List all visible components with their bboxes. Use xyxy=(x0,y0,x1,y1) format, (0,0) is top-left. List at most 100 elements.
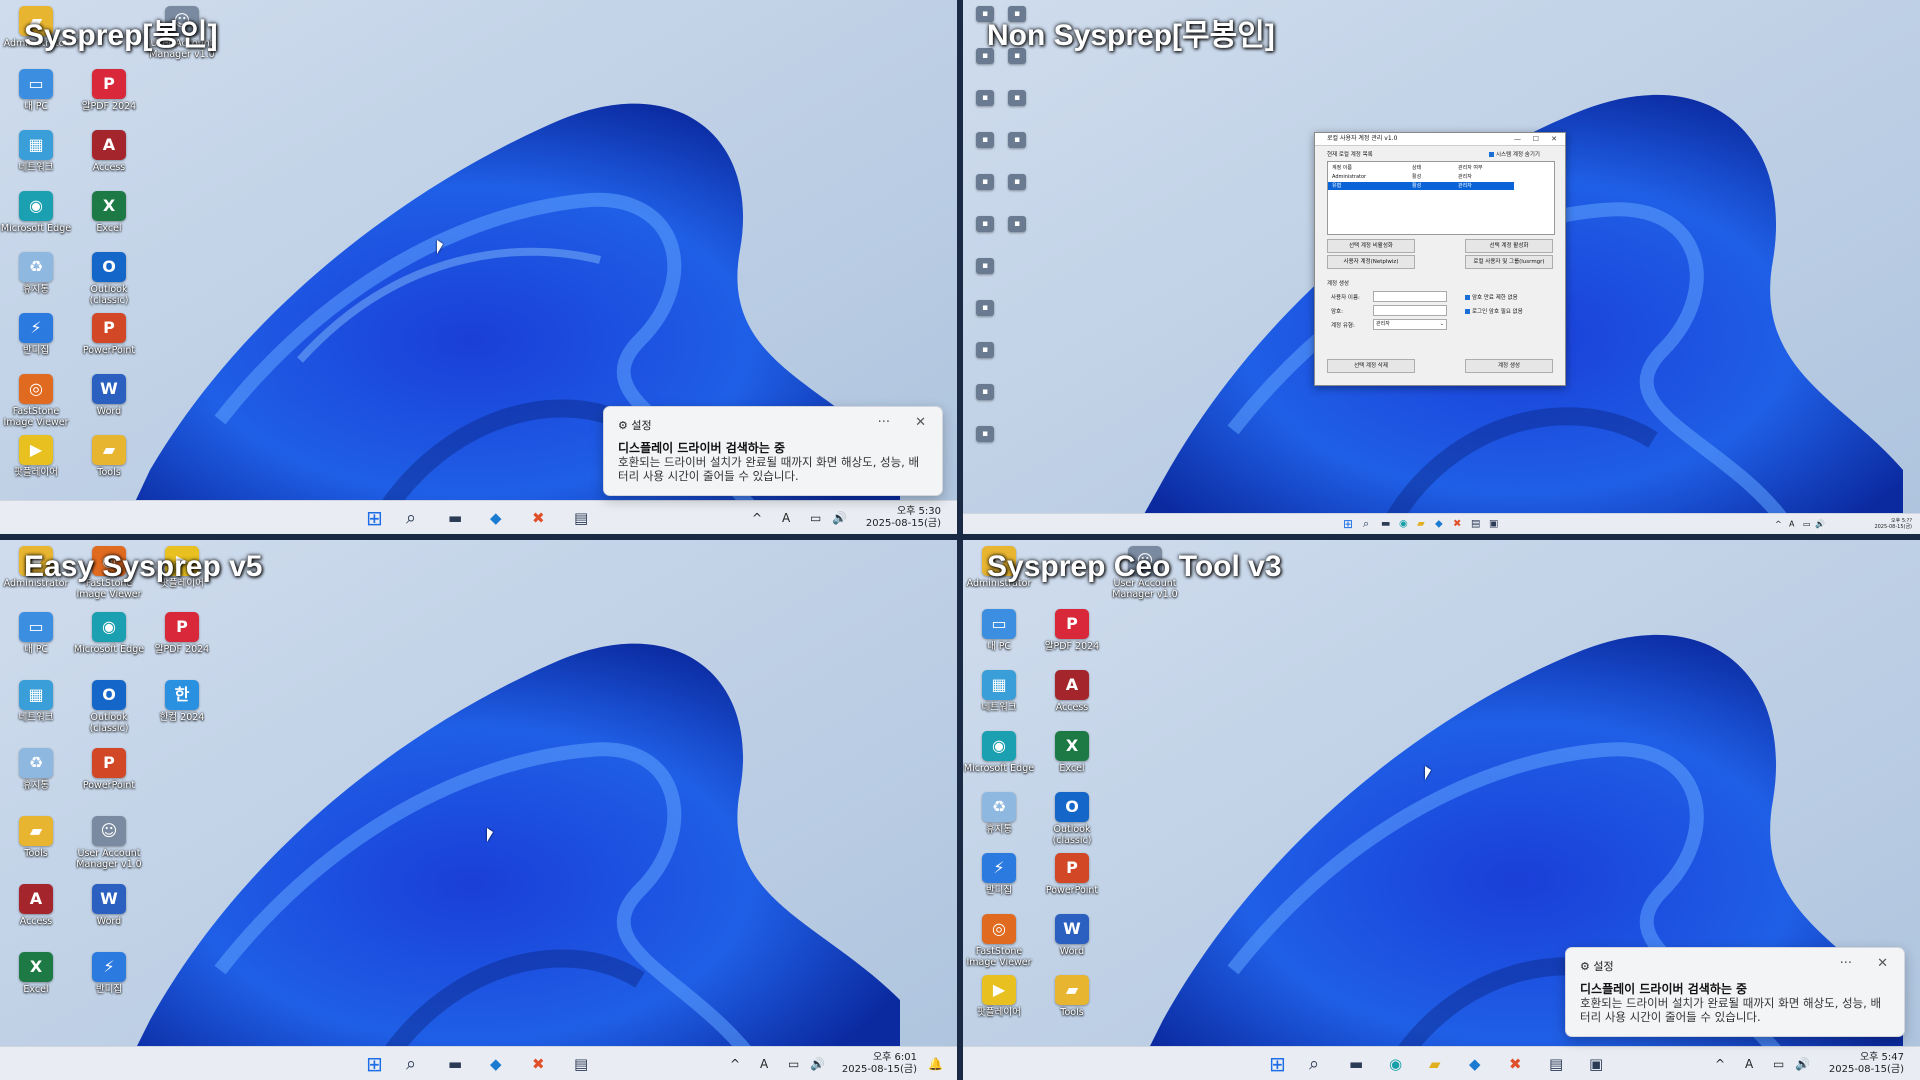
desktop-icon[interactable]: P PowerPoint xyxy=(73,748,145,791)
notification-bell-icon[interactable]: 🔔 xyxy=(928,1057,943,1071)
user-manager-app-icon[interactable]: ▣ xyxy=(1589,1055,1603,1073)
desktop-icon[interactable]: P 알PDF 2024 xyxy=(1036,609,1108,652)
desktop-icon[interactable]: ◎ FastStone Image Viewer xyxy=(963,914,1035,968)
desktop-icon[interactable]: ◉ Microsoft Edge xyxy=(963,731,1035,774)
volume-icon[interactable]: 🔊 xyxy=(1815,520,1825,529)
search-icon[interactable]: ⌕ xyxy=(1363,517,1369,531)
desktop-icon[interactable]: ▪ xyxy=(963,342,1007,360)
shield-app-icon[interactable]: ✖ xyxy=(1453,519,1461,530)
close-button[interactable]: ✕ xyxy=(915,415,926,430)
volume-icon[interactable]: 🔊 xyxy=(810,1057,825,1071)
desktop-icon[interactable]: ▪ xyxy=(995,132,1039,150)
desktop-icon[interactable]: ⚡ 반디집 xyxy=(0,313,72,356)
app-icon[interactable]: ◆ xyxy=(490,1055,502,1073)
volume-icon[interactable]: 🔊 xyxy=(832,511,847,525)
desktop-icon[interactable]: ▪ xyxy=(963,426,1007,444)
password-field[interactable] xyxy=(1373,305,1447,316)
desktop-icon[interactable]: O Outlook (classic) xyxy=(1036,792,1108,846)
task-view-icon[interactable]: ▬ xyxy=(448,1055,462,1073)
app-icon[interactable]: ◆ xyxy=(1469,1055,1481,1073)
desktop-icon[interactable]: ▦ 네트워크 xyxy=(963,670,1035,713)
password-expire-checkbox[interactable]: 암호 만료 제한 없음 xyxy=(1465,293,1518,301)
clock[interactable]: 오후 6:01 2025-08-15(금) xyxy=(842,1052,917,1076)
task-view-icon[interactable]: ▬ xyxy=(448,509,462,527)
desktop-icon[interactable]: ▪ xyxy=(963,300,1007,318)
desktop-icon[interactable]: ▦ 네트워크 xyxy=(0,680,72,723)
desktop-icon[interactable]: ▶ 팟플레이어 xyxy=(0,435,72,478)
desktop-icon[interactable]: O Outlook (classic) xyxy=(73,252,145,306)
desktop-icon[interactable]: ▰ Tools xyxy=(73,435,145,478)
edge-icon[interactable]: ◉ xyxy=(1389,1055,1402,1073)
desktop-icon[interactable]: W Word xyxy=(73,884,145,927)
desktop-icon[interactable]: P 알PDF 2024 xyxy=(73,69,145,112)
desktop-icon[interactable]: P 알PDF 2024 xyxy=(146,612,218,655)
start-icon[interactable]: ⊞ xyxy=(1269,1052,1286,1076)
desktop-icon[interactable]: O Outlook (classic) xyxy=(73,680,145,734)
no-password-checkbox[interactable]: 로그인 암호 필요 없음 xyxy=(1465,307,1523,315)
task-view-icon[interactable]: ▬ xyxy=(1381,519,1390,530)
desktop-icon[interactable]: ▪ xyxy=(963,384,1007,402)
account-list[interactable]: 계정 이름 상태 관리자 여부 Administrator 활성 관리자 유협 … xyxy=(1327,161,1555,235)
desktop-icon[interactable]: P PowerPoint xyxy=(73,313,145,356)
app-icon[interactable]: ◆ xyxy=(490,509,502,527)
clock[interactable]: 오후 5:30 2025-08-15(금) xyxy=(866,506,941,530)
more-options-button[interactable]: ··· xyxy=(1840,956,1852,971)
edge-icon[interactable]: ◉ xyxy=(1399,519,1408,530)
disable-account-button[interactable]: 선택 계정 비활성화 xyxy=(1327,239,1415,253)
desktop-icon[interactable]: ▶ 팟플레이어 xyxy=(963,975,1035,1018)
close-button[interactable]: ✕ xyxy=(1877,956,1888,971)
delete-account-button[interactable]: 선택 계정 삭제 xyxy=(1327,359,1415,373)
desktop-icon[interactable]: X Excel xyxy=(0,952,72,995)
create-account-button[interactable]: 계정 생성 xyxy=(1465,359,1553,373)
task-view-icon[interactable]: ▬ xyxy=(1349,1055,1363,1073)
desktop-icon[interactable]: ♻ 휴지통 xyxy=(0,748,72,791)
desktop-icon[interactable]: ▪ xyxy=(995,174,1039,192)
clock[interactable]: 오후 5:?? 2025-08-15(금) xyxy=(1874,518,1912,530)
ime-icon[interactable]: A xyxy=(1789,520,1794,529)
desktop-icon[interactable]: ▰ Tools xyxy=(0,816,72,859)
folder-icon[interactable]: ▰ xyxy=(1429,1055,1441,1073)
tray-chevron-icon[interactable]: ^ xyxy=(1775,520,1782,529)
ime-icon[interactable]: A xyxy=(782,511,790,525)
shield-app-icon[interactable]: ✖ xyxy=(532,1055,545,1073)
desktop-icon[interactable]: A Access xyxy=(0,884,72,927)
desktop-icon[interactable]: ▦ 네트워크 xyxy=(0,130,72,173)
desktop-icon[interactable]: X Excel xyxy=(1036,731,1108,774)
close-button[interactable]: ✕ xyxy=(1551,133,1557,145)
maximize-button[interactable]: ☐ xyxy=(1533,133,1539,145)
clock[interactable]: 오후 5:47 2025-08-15(금) xyxy=(1829,1052,1904,1076)
network-icon[interactable]: ▭ xyxy=(1803,520,1811,529)
desktop-icon[interactable]: W Word xyxy=(1036,914,1108,957)
volume-icon[interactable]: 🔊 xyxy=(1795,1057,1810,1071)
network-app-icon[interactable]: ▤ xyxy=(1471,519,1480,530)
network-app-icon[interactable]: ▤ xyxy=(574,1055,588,1073)
search-icon[interactable]: ⌕ xyxy=(1309,1053,1319,1074)
search-icon[interactable]: ⌕ xyxy=(406,1053,416,1074)
desktop-icon[interactable]: 한 한컴 2024 xyxy=(146,680,218,723)
desktop-icon[interactable]: A Access xyxy=(73,130,145,173)
search-icon[interactable]: ⌕ xyxy=(406,507,416,528)
desktop-icon[interactable]: ◉ Microsoft Edge xyxy=(73,612,145,655)
network-icon[interactable]: ▭ xyxy=(810,511,821,525)
tray-chevron-icon[interactable]: ^ xyxy=(730,1057,740,1071)
desktop-icon[interactable]: ⚡ 반디집 xyxy=(73,952,145,995)
desktop-icon[interactable]: ☺ User Account Manager v1.0 xyxy=(73,816,145,870)
netplwiz-button[interactable]: 사용자 계정(Netplwiz) xyxy=(1327,255,1415,269)
desktop-icon[interactable]: ▰ Tools xyxy=(1036,975,1108,1018)
hide-system-checkbox[interactable]: 시스템 계정 숨기기 xyxy=(1489,150,1540,158)
network-app-icon[interactable]: ▤ xyxy=(1549,1055,1563,1073)
table-row[interactable]: Administrator 활성 관리자 xyxy=(1328,173,1554,181)
desktop-icon[interactable]: ▪ xyxy=(963,258,1007,276)
desktop-icon[interactable]: ▪ xyxy=(995,90,1039,108)
username-field[interactable] xyxy=(1373,291,1447,302)
start-icon[interactable]: ⊞ xyxy=(366,506,383,530)
desktop-icon[interactable]: ◎ FastStone Image Viewer xyxy=(0,374,72,428)
desktop-icon[interactable]: ▭ 내 PC xyxy=(0,612,72,655)
desktop-icon[interactable]: A Access xyxy=(1036,670,1108,713)
user-manager-app-icon[interactable]: ▣ xyxy=(1489,519,1498,530)
lusrmgr-button[interactable]: 로컬 사용자 및 그룹(lusrmgr) xyxy=(1465,255,1553,269)
ime-icon[interactable]: A xyxy=(1745,1057,1753,1071)
desktop-icon[interactable]: X Excel xyxy=(73,191,145,234)
account-type-select[interactable]: 관리자 ⌄ xyxy=(1373,319,1447,330)
network-icon[interactable]: ▭ xyxy=(1773,1057,1784,1071)
